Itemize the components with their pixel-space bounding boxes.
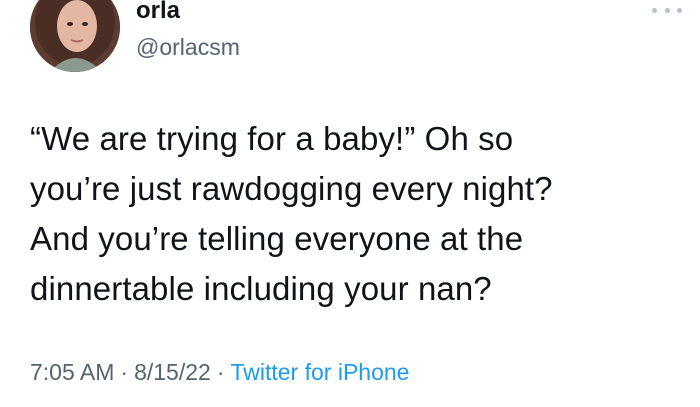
user-handle[interactable]: @orlacsm [136, 32, 240, 62]
tweet-text: “We are trying for a baby!” Oh so you’re… [30, 120, 553, 307]
separator: · [216, 359, 225, 385]
tweet-source-link[interactable]: Twitter for iPhone [230, 359, 409, 385]
dot [677, 7, 682, 13]
avatar[interactable] [30, 0, 120, 72]
avatar-photo [30, 0, 120, 72]
tweet-meta: 7:05 AM · 8/15/22 · Twitter for iPhone [30, 357, 409, 387]
separator: · [120, 359, 129, 385]
dot [664, 7, 670, 13]
dot [652, 7, 657, 13]
tweet-date[interactable]: 8/15/22 [134, 359, 211, 385]
more-horizontal-icon[interactable] [652, 4, 682, 16]
display-name[interactable]: orla [136, 0, 180, 26]
tweet-time[interactable]: 7:05 AM [30, 359, 114, 385]
